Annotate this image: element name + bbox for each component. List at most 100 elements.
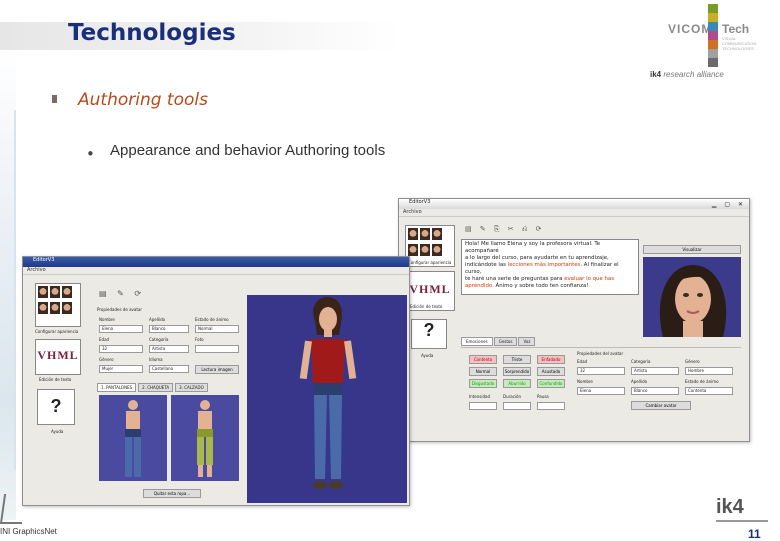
face-icon bbox=[408, 228, 418, 240]
gender-select[interactable]: Mujer bbox=[99, 365, 143, 373]
name-field[interactable]: Elena bbox=[577, 387, 625, 395]
window-titlebar[interactable]: EditorV3 ▁ ▢ ✕ bbox=[399, 199, 749, 209]
face-thumbnails bbox=[36, 284, 80, 300]
tab-calzado[interactable]: 3. CALZADO bbox=[175, 383, 208, 392]
intensity-select[interactable] bbox=[469, 402, 497, 410]
face-icon bbox=[62, 286, 72, 298]
field-label: Apellido bbox=[631, 379, 648, 384]
window-titlebar[interactable]: EditorV3 bbox=[23, 257, 409, 267]
thumb-text-edit[interactable]: VHML Edición de texto bbox=[405, 271, 455, 311]
visualize-button[interactable]: Visualizar bbox=[643, 245, 741, 254]
field-label: Edad bbox=[577, 359, 588, 364]
face-icon bbox=[420, 244, 430, 256]
emotion-button[interactable]: Triste bbox=[503, 355, 531, 364]
duration-select[interactable] bbox=[503, 402, 531, 410]
mood-select[interactable]: Contenta bbox=[685, 387, 733, 395]
window-title: EditorV3 bbox=[409, 199, 431, 205]
avatar-full-body-render bbox=[299, 297, 357, 489]
category-select[interactable]: Artista bbox=[631, 367, 679, 375]
color-bar-segment bbox=[708, 31, 718, 40]
tab-pantalones[interactable]: 1. PANTALONES bbox=[97, 383, 137, 392]
avatar-3d-viewport[interactable] bbox=[247, 295, 407, 503]
face-icon bbox=[432, 228, 442, 240]
emotion-button[interactable]: Contento bbox=[469, 355, 497, 364]
text-highlight: evaluar lo que has bbox=[564, 276, 615, 282]
text-part: te haré una serie de preguntas para bbox=[465, 276, 565, 282]
color-bar-segment bbox=[708, 49, 718, 58]
tab-emociones[interactable]: Emociones bbox=[461, 337, 493, 346]
bullet-dot: • bbox=[86, 145, 95, 163]
tech-logo-sub: VISUAL COMMUNICATION TECHNOLOGIES bbox=[722, 36, 757, 51]
thumb-help[interactable]: ? bbox=[37, 389, 75, 425]
change-avatar-button[interactable]: Cambiar avatar bbox=[631, 401, 691, 410]
clothing-preview-capri[interactable] bbox=[171, 395, 239, 481]
page-number: 11 bbox=[748, 527, 761, 541]
avatar-face-viewport[interactable] bbox=[643, 257, 741, 337]
name-field[interactable]: Elena bbox=[99, 325, 143, 333]
text-part: a lo largo del curso, para ayudarte en t… bbox=[465, 255, 609, 261]
capri-figure bbox=[197, 400, 213, 477]
face-icon bbox=[62, 302, 72, 314]
emotion-button[interactable]: Aburrido bbox=[503, 379, 531, 388]
thumb-appearance[interactable] bbox=[35, 283, 81, 327]
gender-select[interactable]: Hombre bbox=[685, 367, 733, 375]
color-bar-segment bbox=[708, 22, 718, 31]
photo-field[interactable] bbox=[195, 345, 239, 353]
left-decor-line bbox=[14, 110, 16, 470]
slide-title: Technologies bbox=[68, 20, 236, 46]
thumb-label: Ayuda bbox=[51, 429, 64, 434]
field-label: Nombre bbox=[99, 317, 115, 322]
window-controls[interactable]: ▁ ▢ ✕ bbox=[712, 201, 746, 208]
emotion-button[interactable]: Normal bbox=[469, 367, 497, 376]
remove-clothing-button[interactable]: Quitar esta ropa... bbox=[143, 489, 201, 498]
face-icon bbox=[38, 286, 48, 298]
age-field[interactable]: 32 bbox=[99, 345, 143, 353]
group-title: Propiedades de avatar bbox=[97, 307, 143, 312]
thumb-text-edit[interactable]: VHML bbox=[35, 339, 81, 375]
menu-archivo[interactable]: Archivo bbox=[23, 267, 409, 275]
face-icon bbox=[420, 228, 430, 240]
ik4-bottom-line bbox=[716, 520, 768, 522]
ik4-research-logo: ik4 research alliance bbox=[650, 70, 724, 79]
mood-select[interactable]: Normal bbox=[195, 325, 239, 333]
face-icon bbox=[38, 302, 48, 314]
editor-window-right[interactable]: EditorV3 ▁ ▢ ✕ Archivo Configurar aparien… bbox=[398, 198, 750, 442]
speech-text-area[interactable]: Hola! Me llamo Elena y soy la profesora … bbox=[461, 239, 639, 295]
editor-window-left[interactable]: EditorV3 Archivo Configurar apariencia V… bbox=[22, 256, 410, 506]
thumb-label: Configurar apariencia bbox=[35, 329, 79, 334]
load-image-button[interactable]: Lectura imagen bbox=[195, 365, 239, 374]
thumb-appearance[interactable]: Configurar apariencia bbox=[405, 225, 455, 267]
tab-gestos[interactable]: Gestos bbox=[493, 337, 518, 346]
emotion-button[interactable]: Confundido bbox=[537, 379, 565, 388]
emotion-button[interactable]: Disgustado bbox=[469, 379, 497, 388]
field-label: Foto bbox=[195, 337, 204, 342]
language-select[interactable]: Castellano bbox=[149, 365, 189, 373]
toolbar-icons[interactable]: ▤ ✎ ⎘ ✂ ⎌ ⟳ bbox=[465, 225, 545, 234]
emotion-button[interactable]: Sorprendido bbox=[503, 367, 531, 376]
tab-chaqueta[interactable]: 2. CHAQUETA bbox=[138, 383, 174, 392]
face-icon bbox=[408, 244, 418, 256]
text-highlight: lecciones más importantes bbox=[507, 262, 581, 268]
slide-subtitle: Authoring tools bbox=[78, 90, 208, 110]
category-select[interactable]: Artista bbox=[149, 345, 189, 353]
pause-label: Pausa bbox=[537, 394, 549, 399]
vicom-logo: VICOM bbox=[668, 22, 713, 36]
pause-select[interactable] bbox=[537, 402, 565, 410]
menu-archivo[interactable]: Archivo bbox=[399, 209, 749, 217]
subtitle-bullet-icon bbox=[52, 95, 57, 103]
emotion-button[interactable]: Enfadado bbox=[537, 355, 565, 364]
tech-logo: Tech bbox=[722, 22, 750, 36]
ik4-top-rest: research alliance bbox=[663, 70, 724, 79]
vhml-logo: VHML bbox=[37, 348, 79, 362]
thumb-help[interactable]: ? bbox=[411, 319, 447, 349]
surname-field[interactable]: Blanco bbox=[631, 387, 679, 395]
text-highlight: aprendido bbox=[465, 283, 493, 289]
tab-voz[interactable]: Voz bbox=[518, 337, 536, 346]
face-thumbnails bbox=[406, 226, 454, 242]
age-field[interactable]: 32 bbox=[577, 367, 625, 375]
surname-field[interactable]: Blanco bbox=[149, 325, 189, 333]
face-icon bbox=[50, 286, 60, 298]
clothing-preview-jeans[interactable] bbox=[99, 395, 167, 481]
emotion-button[interactable]: Asustado bbox=[537, 367, 565, 376]
toolbar-icons[interactable]: ▤ ✎ ⟳ bbox=[99, 289, 145, 298]
